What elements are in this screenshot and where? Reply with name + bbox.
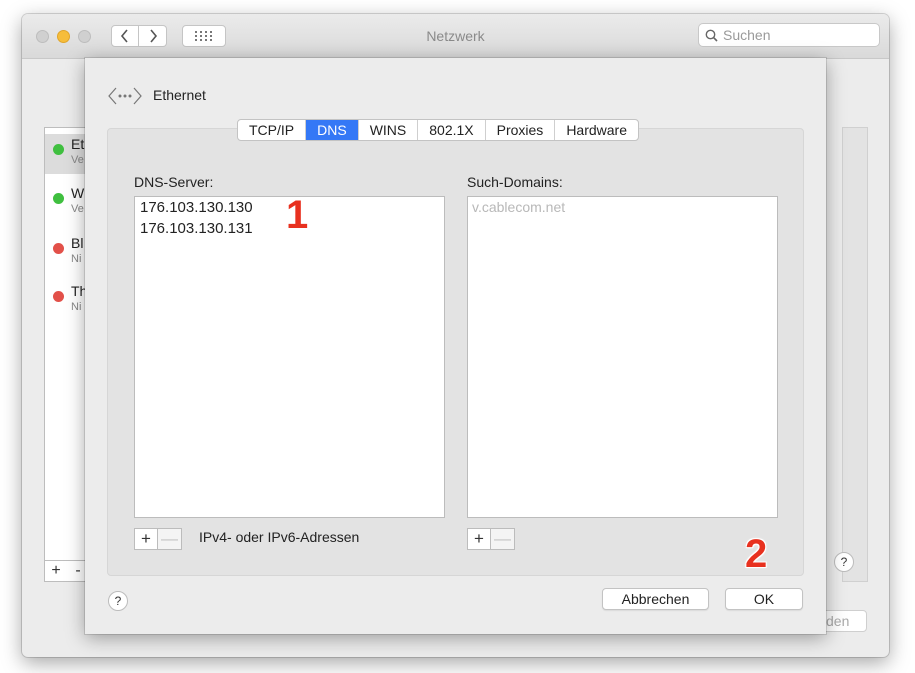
search-field[interactable]: Suchen (698, 23, 880, 47)
remove-dns-button[interactable]: — (158, 528, 182, 550)
tab-tcpip[interactable]: TCP/IP (238, 120, 307, 140)
dns-servers-list[interactable]: 176.103.130.130 176.103.130.131 (134, 196, 445, 518)
search-domains-list[interactable]: v.cablecom.net (467, 196, 778, 518)
add-dns-button[interactable]: + (134, 528, 158, 550)
tab-8021x[interactable]: 802.1X (418, 120, 486, 140)
help-button[interactable]: ? (834, 552, 854, 572)
remove-domain-button[interactable]: — (491, 528, 515, 550)
cancel-button[interactable]: Abbrechen (602, 588, 709, 610)
advanced-settings-sheet: Ethernet DNS-Server: Such-Domains: 176.1… (85, 58, 826, 634)
status-dot (53, 243, 64, 254)
tab-proxies[interactable]: Proxies (486, 120, 556, 140)
tab-bar: TCP/IP DNS WINS 802.1X Proxies Hardware (237, 119, 640, 141)
service-status: Ve (71, 154, 84, 166)
dns-add-remove: + — (134, 528, 182, 550)
status-dot (53, 291, 64, 302)
service-name: Bl (71, 235, 84, 251)
annotation-marker-2: 2 (745, 532, 768, 576)
search-icon (705, 29, 718, 42)
tab-hardware[interactable]: Hardware (555, 120, 638, 140)
service-status: Ni (71, 253, 82, 265)
add-service-button[interactable]: + (45, 561, 67, 581)
interface-name: Ethernet (153, 87, 206, 103)
help-button[interactable]: ? (108, 591, 128, 611)
annotation-marker-1: 1 (286, 193, 309, 237)
domain-add-remove: + — (467, 528, 515, 550)
service-status: Ve (71, 203, 84, 215)
ok-button[interactable]: OK (725, 588, 803, 610)
service-name: Et (71, 136, 85, 152)
search-domain-placeholder: v.cablecom.net (472, 199, 566, 215)
search-placeholder: Suchen (723, 27, 771, 43)
dns-servers-label: DNS-Server: (134, 174, 214, 190)
search-domains-label: Such-Domains: (467, 174, 563, 190)
tab-panel: DNS-Server: Such-Domains: 176.103.130.13… (107, 128, 804, 576)
service-status: Ni (71, 301, 82, 313)
status-dot (53, 144, 64, 155)
tab-wins[interactable]: WINS (359, 120, 419, 140)
service-name: W (71, 185, 85, 201)
dns-hint: IPv4- oder IPv6-Adressen (199, 529, 360, 545)
tab-dns[interactable]: DNS (306, 120, 359, 140)
title-bar: Netzwerk Suchen (22, 14, 889, 59)
detail-panel (842, 127, 868, 582)
add-domain-button[interactable]: + (467, 528, 491, 550)
ethernet-icon (108, 87, 142, 105)
status-dot (53, 193, 64, 204)
